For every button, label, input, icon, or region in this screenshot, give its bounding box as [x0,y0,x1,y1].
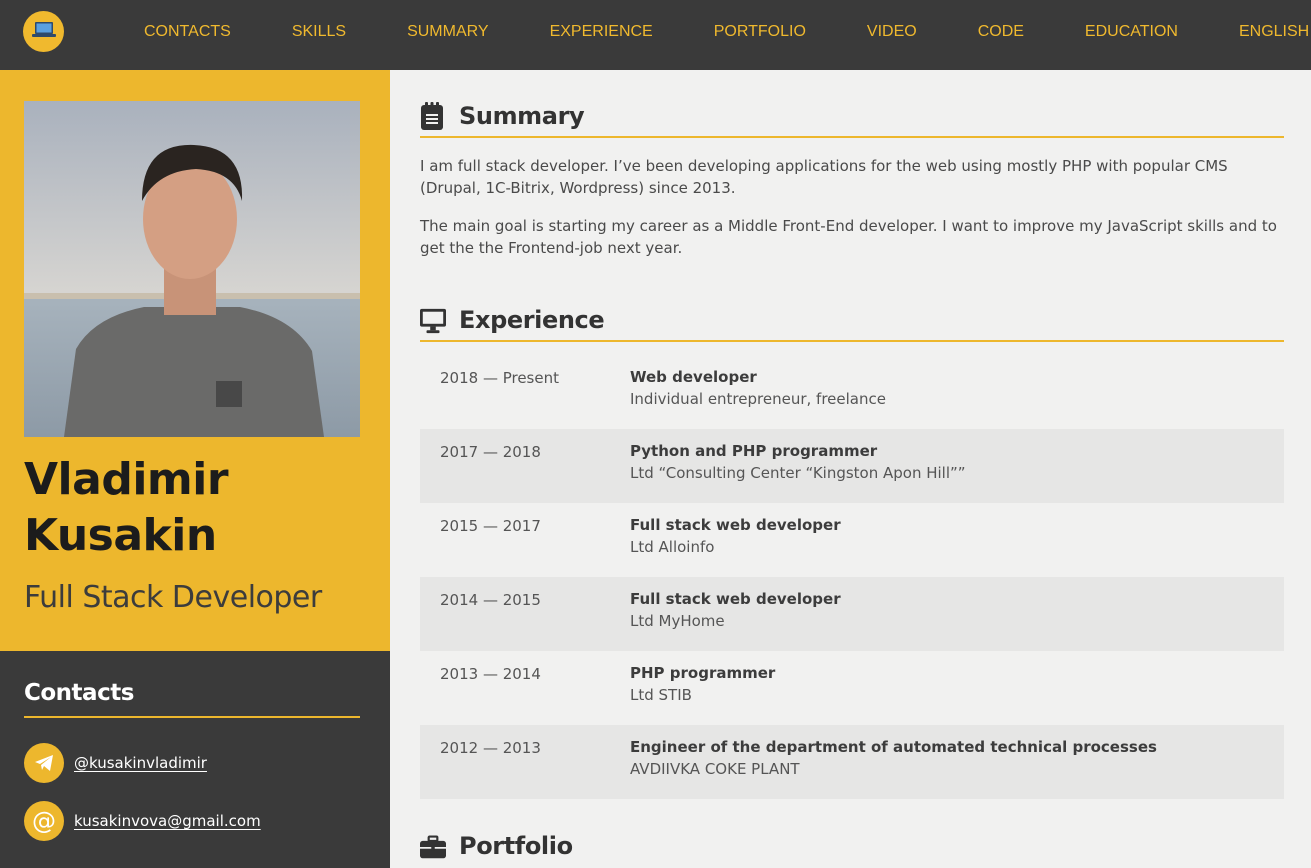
nav-link-portfolio[interactable]: PORTFOLIO [714,23,806,41]
contact-telegram: @kusakinvladimir [24,743,207,783]
experience-row: 2015 — 2017 Full stack web developer Ltd… [420,503,1284,577]
experience-period: 2018 — Present [440,369,559,387]
experience-company: AVDIIVKA COKE PLANT [630,760,800,778]
main-content: Summary I am full stack developer. I’ve … [390,70,1311,868]
experience-period: 2013 — 2014 [440,665,541,683]
summary-paragraph: The main goal is starting my career as a… [420,217,1277,257]
profile-photo [24,101,360,437]
summary-paragraph: I am full stack developer. I’ve been dev… [420,157,1228,197]
nav-link-education[interactable]: EDUCATION [1085,23,1178,41]
experience-company: Ltd STIB [630,686,692,704]
experience-role: Full stack web developer [630,516,841,534]
nav-link-summary[interactable]: SUMMARY [407,23,489,41]
logo[interactable] [23,11,64,52]
profile-name: Vladimir Kusakin [24,452,229,564]
experience-row: 2018 — Present Web developer Individual … [420,355,1284,429]
experience-period: 2015 — 2017 [440,517,541,535]
first-name: Vladimir [24,454,229,505]
nav-link-video[interactable]: VIDEO [867,23,917,41]
email-link[interactable]: kusakinvova@gmail.com [74,812,261,830]
top-navigation: CONTACTS SKILLS SUMMARY EXPERIENCE PORTF… [0,0,1311,70]
profile-card: Vladimir Kusakin Full Stack Developer [0,70,390,651]
nav-link-experience[interactable]: EXPERIENCE [550,23,653,41]
briefcase-icon [420,832,446,860]
nav-link-code[interactable]: CODE [978,23,1024,41]
portfolio-header: Portfolio [420,828,1284,866]
nav-link-english[interactable]: ENGLISH [1239,23,1309,41]
experience-role: Engineer of the department of automated … [630,738,1157,756]
summary-title: Summary [459,102,585,130]
portfolio-title: Portfolio [459,832,573,860]
at-icon: @ [24,801,64,841]
experience-header: Experience [420,304,1284,342]
experience-period: 2017 — 2018 [440,443,541,461]
contact-email: @ kusakinvova@gmail.com [24,801,261,841]
experience-role: PHP programmer [630,664,776,682]
monitor-icon [420,306,446,334]
profile-role: Full Stack Developer [24,580,322,615]
contacts-title: Contacts [24,680,134,706]
experience-period: 2014 — 2015 [440,591,541,609]
telegram-link[interactable]: @kusakinvladimir [74,754,207,772]
notepad-icon [420,102,446,130]
nav-link-skills[interactable]: SKILLS [292,23,346,41]
contacts-divider [24,716,360,718]
summary-header: Summary [420,100,1284,138]
experience-row: 2012 — 2013 Engineer of the department o… [420,725,1284,799]
experience-company: Ltd MyHome [630,612,725,630]
experience-company: Ltd “Consulting Center “Kingston Apon Hi… [630,464,966,482]
sidebar: Vladimir Kusakin Full Stack Developer Co… [0,70,390,868]
experience-row: 2014 — 2015 Full stack web developer Ltd… [420,577,1284,651]
nav-links: CONTACTS SKILLS SUMMARY EXPERIENCE PORTF… [144,0,1309,64]
telegram-icon [24,743,64,783]
experience-role: Python and PHP programmer [630,442,878,460]
experience-company: Ltd Alloinfo [630,538,715,556]
experience-row: 2017 — 2018 Python and PHP programmer Lt… [420,429,1284,503]
experience-row: 2013 — 2014 PHP programmer Ltd STIB [420,651,1284,725]
experience-company: Individual entrepreneur, freelance [630,390,886,408]
laptop-icon [31,21,56,43]
experience-period: 2012 — 2013 [440,739,541,757]
experience-title: Experience [459,306,605,334]
experience-list: 2018 — Present Web developer Individual … [420,355,1284,799]
nav-link-contacts[interactable]: CONTACTS [144,23,231,41]
experience-role: Full stack web developer [630,590,841,608]
experience-role: Web developer [630,368,757,386]
last-name: Kusakin [24,510,217,561]
